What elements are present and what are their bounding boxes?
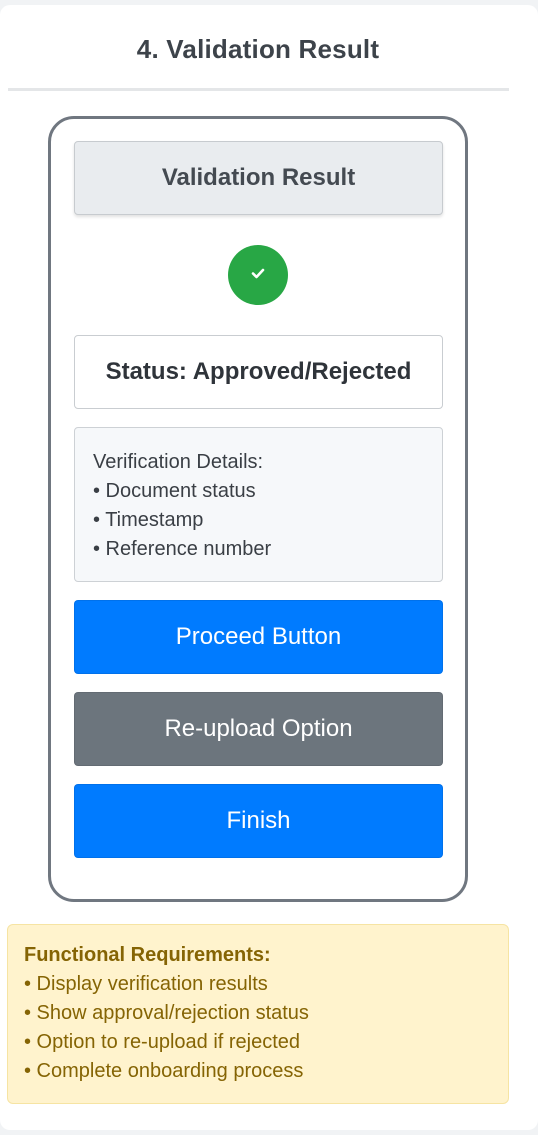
proceed-button[interactable]: Proceed Button <box>74 600 443 674</box>
requirements-title: Functional Requirements: <box>24 944 271 966</box>
finish-button[interactable]: Finish <box>74 784 443 858</box>
requirement-item: • Display verification results <box>24 973 268 995</box>
verification-details-panel: Verification Details: • Document status … <box>74 427 443 582</box>
details-item-document-status: • Document status <box>93 480 256 502</box>
status-label: Status: Approved/Rejected <box>74 335 443 409</box>
details-item-timestamp: • Timestamp <box>93 509 204 531</box>
requirement-item: • Complete onboarding process <box>24 1060 304 1082</box>
title-divider <box>8 88 509 91</box>
page-title: 4. Validation Result <box>136 34 380 64</box>
details-item-reference-number: • Reference number <box>93 538 272 560</box>
details-heading: Verification Details: <box>93 451 264 473</box>
requirement-item: • Show approval/rejection status <box>24 1002 309 1024</box>
functional-requirements-panel: Functional Requirements: • Display verif… <box>7 924 509 1104</box>
check-icon <box>248 263 268 288</box>
requirement-item: • Option to re-upload if rejected <box>24 1031 301 1053</box>
reupload-button[interactable]: Re-upload Option <box>74 692 443 766</box>
screen-header: Validation Result <box>74 141 443 215</box>
success-status-badge <box>228 245 288 305</box>
